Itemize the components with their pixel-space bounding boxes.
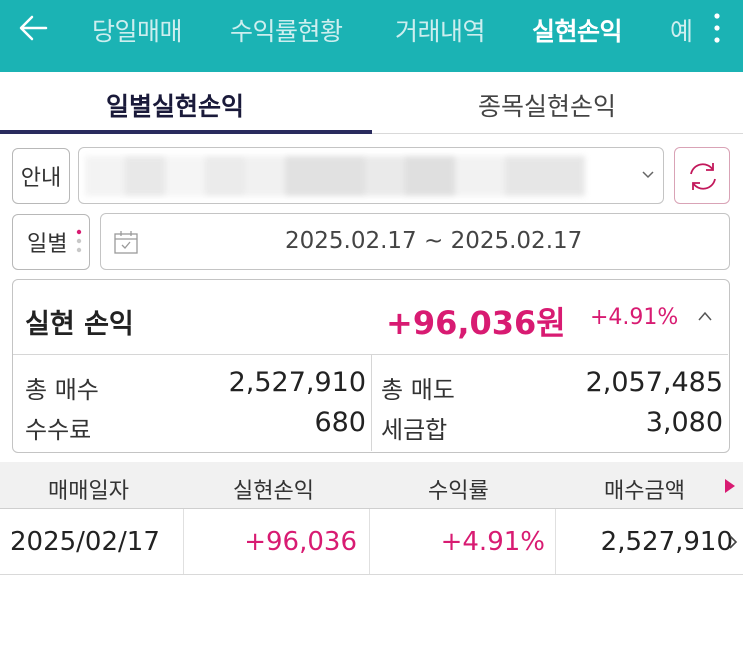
chevron-up-icon[interactable] [697,310,713,322]
triangle-right-icon[interactable] [724,478,736,494]
total-buy-label: 총 매수 [25,376,99,404]
date-range-text: 2025.02.17 ~ 2025.02.17 [285,228,583,254]
realized-pnl-summary-card: 실현 손익 +96,036원 +4.91% 총 매수 2,527,910 총 매… [12,279,730,453]
tax-value: 3,080 [645,407,723,438]
card-vertical-divider [371,355,372,451]
fee-label: 수수료 [25,416,92,444]
sub-tab-bar: 일별실현손익 종목실현손익 [0,72,743,134]
chevron-down-icon[interactable] [641,167,655,181]
cell-return-rate: +4.91% [440,527,545,557]
date-range-field[interactable]: 2025.02.17 ~ 2025.02.17 [100,213,730,270]
table-header: 매매일자 실현손익 수익률 매수금액 [0,462,743,509]
dots-indicator-icon [76,229,82,253]
chevron-right-icon[interactable] [728,534,738,550]
tab-transaction-history[interactable]: 거래내역 [395,12,486,48]
column-header-buy-amount: 매수금액 [604,479,685,504]
account-select[interactable] [78,147,664,204]
total-sell-value: 2,057,485 [585,367,723,398]
column-header-return-rate: 수익률 [428,479,489,504]
active-subtab-indicator [0,130,372,134]
cell-buy-amount: 2,527,910 [600,527,733,557]
refresh-icon [690,163,716,190]
tax-label: 세금합 [381,416,448,444]
cell-trade-date: 2025/02/17 [10,527,160,557]
fee-value: 680 [314,407,366,438]
tab-today-trades[interactable]: 당일매매 [92,12,183,48]
table-row[interactable]: 2025/02/17 +96,036 +4.91% 2,527,910 [0,509,743,575]
subtab-stock-realized-pnl[interactable]: 종목실현손익 [478,87,616,123]
subtab-daily-realized-pnl[interactable]: 일별실현손익 [106,87,244,123]
total-sell-label: 총 매도 [381,376,455,404]
back-arrow-icon[interactable] [14,8,54,48]
tab-more-truncated[interactable]: 예 [670,12,692,48]
more-vertical-icon[interactable] [707,8,727,48]
column-header-trade-date: 매매일자 [48,479,129,504]
top-header: 당일매매 수익률현황 거래내역 실현손익 예 [0,0,743,72]
summary-amount: +96,036원 [386,304,566,342]
blurred-account-number [85,156,585,196]
refresh-button[interactable] [674,147,730,204]
cell-realized-pnl: +96,036 [244,527,357,557]
summary-rate: +4.91% [590,305,679,330]
tab-return-status[interactable]: 수익률현황 [230,12,343,48]
column-header-realized-pnl: 실현손익 [233,479,314,504]
summary-title: 실현 손익 [25,309,134,340]
column-divider [555,509,556,574]
guide-button[interactable]: 안내 [12,148,70,204]
column-divider [183,509,184,574]
total-buy-value: 2,527,910 [228,367,366,398]
tab-realized-pnl[interactable]: 실현손익 [532,12,623,48]
column-divider [369,509,370,574]
calendar-icon [114,231,138,254]
